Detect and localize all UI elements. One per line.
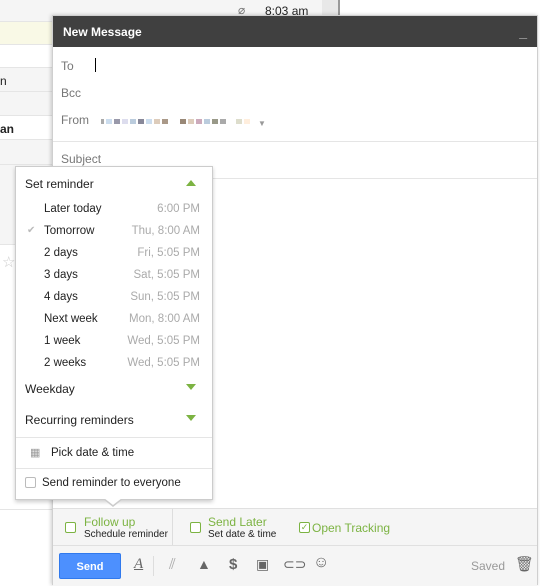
pick-date-label: Pick date & time — [51, 447, 135, 459]
reminder-option-label: 2 weeks — [44, 357, 87, 369]
divider — [16, 437, 212, 438]
reminder-option-time: Thu, 8:00 AM — [131, 225, 200, 237]
follow-up-subtitle: Schedule reminder — [84, 529, 168, 540]
reminder-option[interactable]: 4 days Sun, 5:05 PM — [44, 291, 200, 313]
text-cursor — [95, 58, 96, 72]
popup-pointer-fill — [104, 498, 122, 505]
reminder-option-label: Later today — [44, 203, 102, 215]
collapse-icon — [186, 180, 196, 186]
reminder-option[interactable]: 2 days Fri, 5:05 PM — [44, 247, 200, 269]
open-tracking-label: Open Tracking — [312, 521, 391, 535]
send-to-everyone-option[interactable]: Send reminder to everyone — [16, 473, 212, 495]
emoji-icon[interactable]: ☺ — [313, 554, 329, 572]
attach-icon[interactable]: ⫽ — [169, 556, 176, 573]
expand-icon — [186, 384, 196, 390]
formatting-icon[interactable]: A — [134, 556, 143, 573]
recurring-section[interactable]: Recurring reminders — [16, 410, 212, 430]
reminder-option-time: Mon, 8:00 AM — [129, 313, 200, 325]
weekday-section[interactable]: Weekday — [16, 379, 212, 399]
send-button[interactable]: Send — [59, 553, 121, 579]
divider — [53, 141, 537, 142]
reminder-option[interactable]: 3 days Sat, 5:05 PM — [44, 269, 200, 291]
compose-header[interactable]: New Message _ — [53, 16, 537, 47]
reminder-option-label: 2 days — [44, 247, 78, 259]
follow-up-title: Follow up — [84, 515, 136, 529]
set-reminder-header[interactable]: Set reminder — [16, 173, 212, 193]
send-later-subtitle: Set date & time — [208, 529, 277, 540]
to-label: To — [61, 59, 74, 73]
open-tracking-checkbox[interactable]: ✓ — [299, 522, 310, 533]
weekday-label: Weekday — [25, 382, 75, 396]
follow-up-checkbox[interactable] — [65, 522, 76, 533]
row-text: an — [0, 122, 15, 136]
send-later-option[interactable]: Send Later Set date & time — [178, 509, 288, 545]
dollar-icon[interactable]: $ — [229, 556, 237, 573]
reminder-option-time: Fri, 5:05 PM — [137, 247, 200, 259]
reminder-option[interactable]: Next week Mon, 8:00 AM — [44, 313, 200, 335]
reminder-option-label: 4 days — [44, 291, 78, 303]
reminder-option[interactable]: ✔ Tomorrow Thu, 8:00 AM — [27, 225, 200, 247]
divider — [153, 556, 154, 576]
trash-icon[interactable]: 🗑 — [515, 555, 534, 573]
checkmark-icon: ✔ — [27, 225, 36, 236]
compose-title: New Message — [63, 25, 142, 39]
reminder-option-time: Sat, 5:05 PM — [133, 269, 200, 281]
follow-up-option[interactable]: Follow up Schedule reminder — [53, 509, 173, 545]
reminder-option-time: Sun, 5:05 PM — [130, 291, 200, 303]
pick-date-time[interactable]: ▦ Pick date & time — [16, 442, 212, 466]
drive-icon[interactable]: ▲ — [197, 556, 211, 572]
from-address-redacted[interactable]: ▼ — [101, 119, 266, 128]
to-input[interactable] — [91, 56, 527, 74]
reminder-option[interactable]: 2 weeks Wed, 5:05 PM — [44, 357, 200, 379]
set-reminder-label: Set reminder — [25, 177, 94, 191]
reminder-option-time: Wed, 5:05 PM — [127, 335, 200, 347]
reminder-option-time: 6:00 PM — [157, 203, 200, 215]
expand-icon — [186, 415, 196, 421]
send-later-checkbox[interactable] — [190, 522, 201, 533]
reminder-option[interactable]: Later today 6:00 PM — [44, 203, 200, 225]
send-to-everyone-label: Send reminder to everyone — [42, 477, 181, 489]
extension-bar: Follow up Schedule reminder Send Later S… — [53, 508, 537, 546]
calendar-icon: ▦ — [30, 447, 41, 459]
reminder-option[interactable]: 1 week Wed, 5:05 PM — [44, 335, 200, 357]
bcc-label: Bcc — [61, 86, 82, 100]
reminder-option-time: Wed, 5:05 PM — [127, 357, 200, 369]
send-later-title: Send Later — [208, 515, 267, 529]
from-label: From — [61, 113, 89, 127]
reminder-option-label: Tomorrow — [44, 225, 95, 237]
saved-status: Saved — [471, 559, 506, 573]
star-icon[interactable]: ☆ — [2, 253, 15, 271]
reminder-popup: Set reminder Later today 6:00 PM ✔ Tomorrow… — [15, 166, 213, 500]
link-icon[interactable]: ⊂⊃ — [283, 556, 306, 573]
reminder-option-label: 3 days — [44, 269, 78, 281]
recurring-label: Recurring reminders — [25, 413, 134, 427]
bcc-input[interactable] — [91, 83, 527, 101]
minimize-button[interactable]: _ — [519, 24, 527, 40]
from-dropdown-icon[interactable]: ▼ — [258, 119, 266, 128]
photo-icon[interactable]: ▣ — [256, 556, 269, 573]
row-text: n — [0, 74, 7, 88]
send-to-everyone-checkbox[interactable] — [25, 477, 36, 488]
divider — [16, 468, 212, 469]
reminder-option-label: Next week — [44, 313, 98, 325]
reminder-option-label: 1 week — [44, 335, 81, 347]
compose-toolbar: Send A ⫽ ▲ $ ▣ ⊂⊃ ☺ Saved 🗑 — [53, 546, 537, 586]
